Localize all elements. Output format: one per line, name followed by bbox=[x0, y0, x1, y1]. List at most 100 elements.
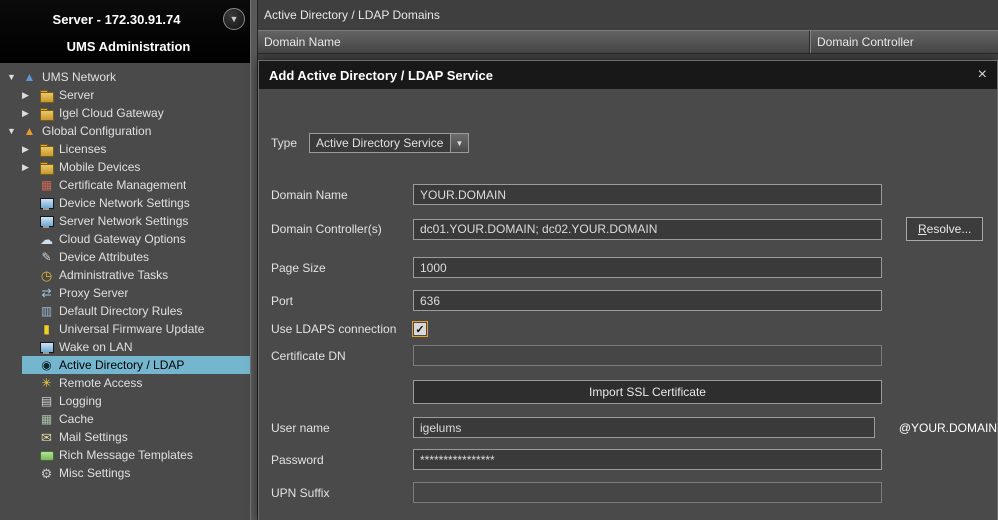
tree-item-label: Mail Settings bbox=[59, 430, 128, 444]
tree-item-label: Default Directory Rules bbox=[59, 304, 182, 318]
tree-item-device-attributes[interactable]: Device Attributes bbox=[0, 248, 257, 266]
certificate-dn-field[interactable] bbox=[413, 345, 882, 366]
tree-item-administrative-tasks[interactable]: Administrative Tasks bbox=[0, 266, 257, 284]
server-network-icon bbox=[39, 214, 54, 229]
certificate-icon bbox=[39, 178, 54, 193]
tree-item-content: ▶Igel Cloud Gateway bbox=[22, 104, 257, 122]
tree-item-label: Cloud Gateway Options bbox=[59, 232, 186, 246]
tree-item-wake-on-lan[interactable]: Wake on LAN bbox=[0, 338, 257, 356]
message-icon bbox=[39, 448, 54, 463]
tree-item-licenses[interactable]: ▶Licenses bbox=[0, 140, 257, 158]
upn-suffix-field[interactable] bbox=[413, 482, 882, 503]
tree-item-remote-access[interactable]: Remote Access bbox=[0, 374, 257, 392]
tree-item-universal-firmware-update[interactable]: Universal Firmware Update bbox=[0, 320, 257, 338]
dialog-body: Type Active Directory Service ▼ Domain N… bbox=[259, 89, 997, 520]
expand-arrow-icon[interactable]: ▶ bbox=[22, 162, 34, 173]
tree-item-content: UMS Network bbox=[22, 68, 257, 86]
tree-item-content: Rich Message Templates bbox=[22, 446, 257, 464]
tree-item-label: Mobile Devices bbox=[59, 160, 140, 174]
ad-icon bbox=[39, 358, 54, 373]
wake-on-lan-icon bbox=[39, 340, 54, 355]
tree-item-content: Wake on LAN bbox=[22, 338, 257, 356]
logging-icon bbox=[39, 394, 54, 409]
port-field[interactable] bbox=[413, 290, 882, 311]
monitor-icon bbox=[39, 196, 54, 211]
certificate-dn-label: Certificate DN bbox=[271, 349, 413, 363]
tree-item-content: Administrative Tasks bbox=[22, 266, 257, 284]
cloud-icon bbox=[39, 232, 54, 247]
tree-item-certificate-management[interactable]: Certificate Management bbox=[0, 176, 257, 194]
rules-icon bbox=[39, 304, 54, 319]
type-dropdown-value: Active Directory Service bbox=[310, 136, 450, 150]
page-size-field[interactable] bbox=[413, 257, 882, 278]
tree-item-content: Active Directory / LDAP bbox=[22, 356, 257, 374]
tree-item-content: Device Network Settings bbox=[22, 194, 257, 212]
tree-item-label: Administrative Tasks bbox=[59, 268, 168, 282]
tree-item-logging[interactable]: Logging bbox=[0, 392, 257, 410]
column-header-domain-name[interactable]: Domain Name bbox=[258, 31, 810, 53]
tree-item-cache[interactable]: Cache bbox=[0, 410, 257, 428]
ums-administration-title: UMS Administration bbox=[8, 39, 249, 54]
import-ssl-certificate-button[interactable]: Import SSL Certificate bbox=[413, 380, 882, 404]
tree-item-server-network-settings[interactable]: Server Network Settings bbox=[0, 212, 257, 230]
tree-item-label: Rich Message Templates bbox=[59, 448, 193, 462]
network-icon bbox=[22, 70, 37, 85]
tree-item-content: Cloud Gateway Options bbox=[22, 230, 257, 248]
tree-item-misc-settings[interactable]: Misc Settings bbox=[0, 464, 257, 482]
tree-item-mail-settings[interactable]: Mail Settings bbox=[0, 428, 257, 446]
ldaps-checkbox[interactable]: ✓ bbox=[413, 322, 427, 336]
expand-arrow-icon[interactable]: ▶ bbox=[22, 144, 34, 155]
collapse-arrow-icon[interactable]: ▼ bbox=[6, 126, 22, 136]
tree-item-content: Certificate Management bbox=[22, 176, 257, 194]
tree-item-active-directory-ldap[interactable]: Active Directory / LDAP bbox=[0, 356, 257, 374]
folder-icon bbox=[39, 88, 54, 103]
expand-arrow-icon[interactable]: ▶ bbox=[22, 90, 34, 101]
sidebar-scrollbar[interactable] bbox=[250, 0, 257, 520]
tree-item-device-network-settings[interactable]: Device Network Settings bbox=[0, 194, 257, 212]
tree-item-cloud-gateway-options[interactable]: Cloud Gateway Options bbox=[0, 230, 257, 248]
tree-item-content: Mail Settings bbox=[22, 428, 257, 446]
folder-icon bbox=[39, 106, 54, 121]
sidebar-header: Server - 172.30.91.74 ▼ UMS Administrati… bbox=[0, 0, 257, 63]
folder-icon bbox=[39, 160, 54, 175]
tree-item-rich-message-templates[interactable]: Rich Message Templates bbox=[0, 446, 257, 464]
add-ad-ldap-dialog: Add Active Directory / LDAP Service × Ty… bbox=[258, 60, 998, 520]
tree-item-server[interactable]: ▶Server bbox=[0, 86, 257, 104]
chevron-down-icon[interactable]: ▼ bbox=[450, 134, 468, 152]
tree-item-content: ▶ Mobile Devices bbox=[22, 158, 257, 176]
user-name-field[interactable] bbox=[413, 417, 875, 438]
close-icon[interactable]: × bbox=[978, 67, 987, 83]
tree-item-label: Misc Settings bbox=[59, 466, 130, 480]
domain-controllers-label: Domain Controller(s) bbox=[271, 222, 413, 236]
server-menu-button[interactable]: ▼ bbox=[223, 8, 245, 30]
tree-item-label: Certificate Management bbox=[59, 178, 186, 192]
upn-domain-suffix-text: @YOUR.DOMAIN bbox=[899, 421, 997, 435]
column-header-domain-controller[interactable]: Domain Controller bbox=[810, 31, 998, 53]
tree-item-proxy-server[interactable]: Proxy Server bbox=[0, 284, 257, 302]
domain-controllers-field[interactable] bbox=[413, 219, 882, 240]
tree-item-default-directory-rules[interactable]: Default Directory Rules bbox=[0, 302, 257, 320]
server-title: Server - 172.30.91.74 bbox=[53, 12, 181, 27]
user-name-label: User name bbox=[271, 421, 413, 435]
tree-item-ums-network[interactable]: ▼UMS Network bbox=[0, 68, 257, 86]
password-label: Password bbox=[271, 453, 413, 467]
tree-item-content: ▶Server bbox=[22, 86, 257, 104]
tree-item-mobile-devices[interactable]: ▶ Mobile Devices bbox=[0, 158, 257, 176]
tree-item-content: Remote Access bbox=[22, 374, 257, 392]
password-field[interactable] bbox=[413, 449, 882, 470]
collapse-arrow-icon[interactable]: ▼ bbox=[6, 72, 22, 82]
tree-item-label: Proxy Server bbox=[59, 286, 128, 300]
domain-name-field[interactable] bbox=[413, 184, 882, 205]
app-window: Server - 172.30.91.74 ▼ UMS Administrati… bbox=[0, 0, 998, 520]
misc-icon bbox=[39, 466, 54, 481]
tree-item-igel-cloud-gateway[interactable]: ▶Igel Cloud Gateway bbox=[0, 104, 257, 122]
config-icon bbox=[22, 124, 37, 139]
expand-arrow-icon[interactable]: ▶ bbox=[22, 108, 34, 119]
tree-item-label: Device Attributes bbox=[59, 250, 149, 264]
tree-item-label: Active Directory / LDAP bbox=[59, 358, 184, 372]
dialog-titlebar: Add Active Directory / LDAP Service × bbox=[259, 61, 997, 89]
type-dropdown[interactable]: Active Directory Service ▼ bbox=[309, 133, 469, 153]
resolve-button[interactable]: Resolve... bbox=[906, 217, 983, 241]
cache-icon bbox=[39, 412, 54, 427]
tree-item-global-configuration[interactable]: ▼Global Configuration bbox=[0, 122, 257, 140]
